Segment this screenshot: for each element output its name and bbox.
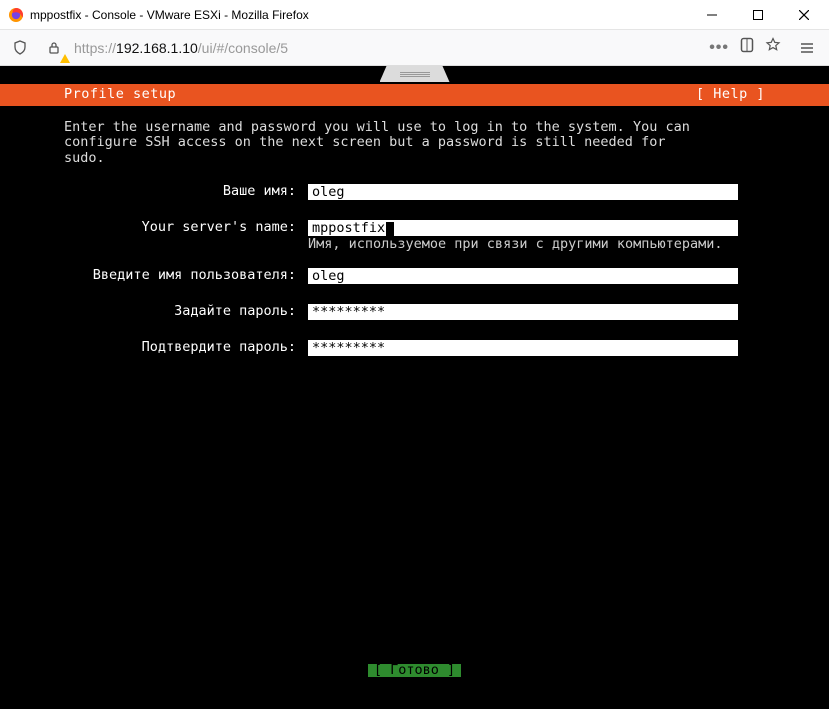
- console-pull-tab[interactable]: [380, 66, 450, 82]
- minimize-button[interactable]: [689, 0, 735, 30]
- label-username: Введите имя пользователя:: [56, 268, 296, 283]
- hamburger-menu-button[interactable]: [791, 34, 823, 62]
- close-button[interactable]: [781, 0, 827, 30]
- label-name: Ваше имя:: [56, 184, 296, 199]
- label-confirm: Подтвердите пароль:: [56, 340, 296, 355]
- help-button[interactable]: [ Help ]: [696, 88, 765, 102]
- firefox-icon: [8, 7, 24, 23]
- label-server: Your server's name:: [56, 220, 296, 235]
- input-name[interactable]: oleg: [308, 184, 738, 200]
- window-bottom-border: [0, 709, 829, 721]
- page-actions-button[interactable]: •••: [709, 39, 729, 57]
- done-button[interactable]: [ Готово ]: [368, 664, 461, 678]
- row-confirm: Подтвердите пароль: *********: [56, 340, 773, 356]
- window-title: mppostfix - Console - VMware ESXi - Mozi…: [30, 8, 689, 22]
- input-server[interactable]: mppostfix: [308, 220, 738, 236]
- input-password[interactable]: *********: [308, 304, 738, 320]
- label-password: Задайте пароль:: [56, 304, 296, 319]
- browser-urlbar: https://192.168.1.10/ui/#/console/5 •••: [0, 30, 829, 66]
- lock-warning-icon[interactable]: [40, 34, 68, 62]
- row-server: Your server's name: mppostfix Имя, испол…: [56, 220, 773, 252]
- input-confirm[interactable]: *********: [308, 340, 738, 356]
- ubuntu-installer: Profile setup [ Help ] Enter the usernam…: [0, 84, 829, 356]
- row-name: Ваше имя: oleg: [56, 184, 773, 200]
- input-username[interactable]: oleg: [308, 268, 738, 284]
- installer-title: Profile setup: [64, 88, 176, 102]
- bookmark-star-icon[interactable]: [765, 37, 781, 58]
- window-titlebar: mppostfix - Console - VMware ESXi - Mozi…: [0, 0, 829, 30]
- url-path: /ui/#/console/5: [198, 40, 288, 56]
- window-controls: [689, 0, 827, 30]
- done-row: [ Готово ]: [0, 664, 829, 678]
- hint-server: Имя, используемое при связи с другими ко…: [308, 236, 748, 252]
- row-password: Задайте пароль: *********: [56, 304, 773, 320]
- installer-header: Profile setup [ Help ]: [0, 84, 829, 106]
- text-caret: [386, 222, 394, 236]
- tracking-shield-icon[interactable]: [6, 34, 34, 62]
- installer-intro: Enter the username and password you will…: [0, 106, 829, 173]
- vm-console[interactable]: Profile setup [ Help ] Enter the usernam…: [0, 66, 829, 709]
- url-host: 192.168.1.10: [116, 40, 198, 56]
- row-username: Введите имя пользователя: oleg: [56, 268, 773, 284]
- urlbar-actions: •••: [709, 37, 781, 58]
- maximize-button[interactable]: [735, 0, 781, 30]
- warning-triangle-icon: [60, 54, 70, 63]
- url-scheme: https://: [74, 40, 116, 56]
- profile-form: Ваше имя: oleg Your server's name: mppos…: [0, 172, 829, 356]
- reader-mode-icon[interactable]: [739, 37, 755, 58]
- address-text[interactable]: https://192.168.1.10/ui/#/console/5: [74, 40, 703, 56]
